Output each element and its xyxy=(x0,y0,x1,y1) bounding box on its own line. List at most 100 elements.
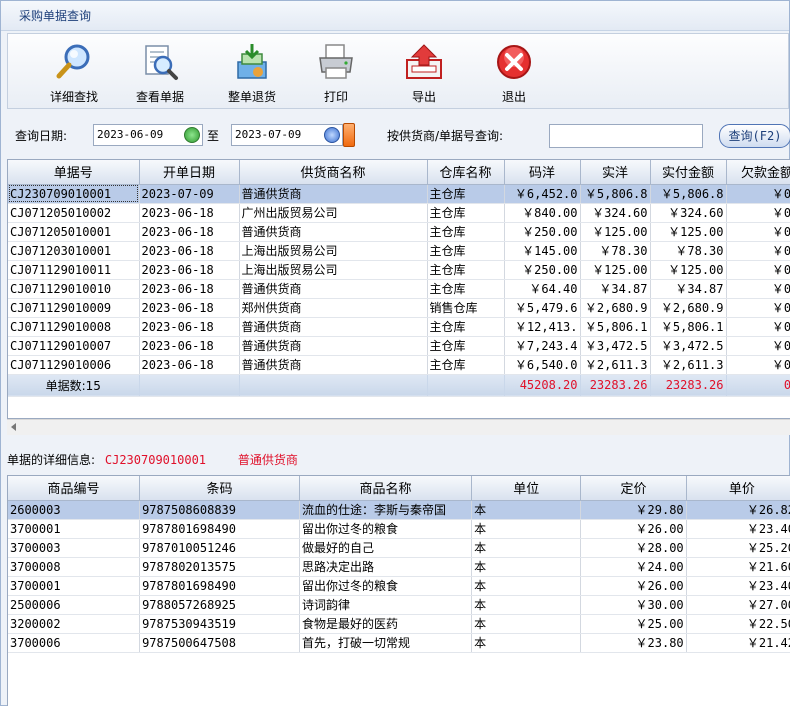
col-header-fixed-price[interactable]: 定价 xyxy=(580,476,687,501)
detail-cell[interactable]: 本 xyxy=(471,614,582,634)
detail-cell[interactable]: 诗词韵律 xyxy=(299,595,473,615)
export-button[interactable]: 导出 xyxy=(394,34,454,108)
order-cell[interactable]: ￥2,611.3 xyxy=(650,355,727,375)
col-header-item-name[interactable]: 商品名称 xyxy=(299,476,473,501)
detail-cell[interactable]: 9787500647508 xyxy=(139,633,300,653)
detail-cell[interactable]: ￥25.00 xyxy=(580,614,687,634)
detail-cell[interactable]: ￥23.40 xyxy=(686,519,790,539)
order-cell[interactable]: ￥840.00 xyxy=(504,203,581,223)
order-cell[interactable]: ￥0.0 xyxy=(726,260,790,280)
detail-cell[interactable]: 做最好的自己 xyxy=(299,538,473,558)
order-cell[interactable]: ￥0.0 xyxy=(726,222,790,242)
detail-cell[interactable]: 本 xyxy=(471,595,582,615)
dropdown-toggle-button[interactable] xyxy=(343,123,355,147)
order-cell[interactable]: CJ071205010002 xyxy=(8,203,140,223)
order-cell[interactable]: 2023-06-18 xyxy=(139,203,240,223)
order-cell[interactable]: CJ071129010007 xyxy=(8,336,140,356)
col-header-warehouse[interactable]: 仓库名称 xyxy=(427,160,505,185)
order-cell[interactable]: ￥0.0 xyxy=(726,279,790,299)
order-row[interactable]: CJ071205010002 2023-06-18 广州出版贸易公司 主仓库 ￥840.… xyxy=(8,203,790,223)
order-cell[interactable]: ￥12,413. xyxy=(504,317,581,337)
order-cell[interactable]: 普通供货商 xyxy=(239,222,428,242)
detail-cell[interactable]: 3700008 xyxy=(8,557,141,577)
detail-row[interactable]: 3700001 9787801698490 留出你过冬的粮食本 ￥26.00 ￥23.4… xyxy=(8,519,790,539)
order-row[interactable]: CJ071129010011 2023-06-18 上海出版贸易公司 主仓库 ￥250.… xyxy=(8,260,790,280)
detail-cell[interactable]: ￥21.60 xyxy=(686,557,790,577)
query-button[interactable]: 查询(F2) xyxy=(719,124,790,148)
order-cell[interactable]: ￥7,243.4 xyxy=(504,336,581,356)
order-cell[interactable]: 普通供货商 xyxy=(239,336,428,356)
detail-row[interactable]: 3200002 9787530943519 食物是最好的医药本 ￥25.00 ￥22.5… xyxy=(8,614,790,634)
detail-cell[interactable]: ￥22.50 xyxy=(686,614,790,634)
detail-cell[interactable]: 首先，打破一切常规 xyxy=(299,633,473,653)
order-cell[interactable]: ￥5,806.1 xyxy=(650,317,727,337)
detail-cell[interactable]: 本 xyxy=(471,633,582,653)
order-cell[interactable]: 普通供货商 xyxy=(239,355,428,375)
detail-cell[interactable]: 3700006 xyxy=(8,633,141,653)
detail-cell[interactable]: 本 xyxy=(471,519,582,539)
order-cell[interactable]: ￥6,540.0 xyxy=(504,355,581,375)
order-cell[interactable]: ￥0.0 xyxy=(726,241,790,261)
order-row[interactable]: CJ071129010008 2023-06-18 普通供货商 主仓库 ￥12,413.… xyxy=(8,317,790,337)
order-cell[interactable]: 主仓库 xyxy=(427,241,505,261)
print-button[interactable]: 打印 xyxy=(306,34,366,108)
order-cell[interactable]: 2023-06-18 xyxy=(139,279,240,299)
detail-search-button[interactable]: 详细查找 xyxy=(40,34,108,108)
detail-row[interactable]: 25000069788057268925诗词韵律本￥30.00￥27.00 xyxy=(8,595,790,615)
order-cell[interactable]: 2023-06-18 xyxy=(139,298,240,318)
order-cell[interactable]: 普通供货商 xyxy=(239,184,428,204)
order-cell[interactable]: ￥5,806.8 xyxy=(650,184,727,204)
order-cell[interactable]: 普通供货商 xyxy=(239,279,428,299)
detail-cell[interactable]: 流血的仕途：李斯与秦帝国 xyxy=(299,500,473,520)
exit-button[interactable]: 退出 xyxy=(484,34,544,108)
detail-cell[interactable]: 9788057268925 xyxy=(139,595,300,615)
detail-cell[interactable]: 9787801698490 xyxy=(139,519,300,539)
order-cell[interactable]: ￥125.00 xyxy=(580,260,651,280)
detail-cell[interactable]: 9787530943519 xyxy=(139,614,300,634)
order-cell[interactable]: ￥34.87 xyxy=(580,279,651,299)
horizontal-scrollbar[interactable] xyxy=(7,419,790,435)
order-cell[interactable]: 主仓库 xyxy=(427,317,505,337)
order-row[interactable]: CJ071129010010 2023-06-18 普通供货商 主仓库 ￥64.40 ￥3… xyxy=(8,279,790,299)
order-cell[interactable]: ￥125.00 xyxy=(580,222,651,242)
date-to-field[interactable]: 2023-07-09 xyxy=(231,124,343,146)
order-cell[interactable]: ￥5,479.6 xyxy=(504,298,581,318)
return-order-button[interactable]: 整单退货 xyxy=(218,34,286,108)
col-header-unit[interactable]: 单位 xyxy=(471,476,582,501)
detail-row[interactable]: 3700006 9787500647508 首先，打破一切常规本 ￥23.80 ￥21.… xyxy=(8,633,790,653)
order-cell[interactable]: ￥324.60 xyxy=(580,203,651,223)
order-row[interactable]: CJ230709010001 2023-07-09 普通供货商 主仓库 ￥6,452.0… xyxy=(8,184,790,204)
order-row[interactable]: CJ071129010006 2023-06-18 普通供货商 主仓库 ￥6,540.0… xyxy=(8,355,790,375)
order-cell[interactable]: ￥145.00 xyxy=(504,241,581,261)
detail-cell[interactable]: 3700001 xyxy=(8,576,141,596)
detail-cell[interactable]: ￥21.42 xyxy=(686,633,790,653)
order-cell[interactable]: CJ071129010006 xyxy=(8,355,140,375)
order-cell[interactable]: ￥5,806.1 xyxy=(580,317,651,337)
order-cell[interactable]: ￥78.30 xyxy=(580,241,651,261)
order-cell[interactable]: 销售仓库 xyxy=(427,298,505,318)
order-cell[interactable]: ￥250.00 xyxy=(504,260,581,280)
order-cell[interactable]: ￥125.00 xyxy=(650,260,727,280)
order-cell[interactable]: CJ230709010001 xyxy=(8,184,140,204)
order-cell[interactable]: 主仓库 xyxy=(427,203,505,223)
order-cell[interactable]: CJ071203010001 xyxy=(8,241,140,261)
detail-cell[interactable]: ￥30.00 xyxy=(580,595,687,615)
detail-cell[interactable]: ￥26.00 xyxy=(580,576,687,596)
order-cell[interactable]: 上海出版贸易公司 xyxy=(239,260,428,280)
date-from-field[interactable]: 2023-06-09 xyxy=(93,124,203,146)
order-cell[interactable]: CJ071129010008 xyxy=(8,317,140,337)
col-header-list-price[interactable]: 码洋 xyxy=(504,160,581,185)
scroll-left-icon[interactable] xyxy=(11,423,16,431)
order-cell[interactable]: ￥2,680.9 xyxy=(650,298,727,318)
order-cell[interactable]: 2023-06-18 xyxy=(139,336,240,356)
detail-cell[interactable]: 3700001 xyxy=(8,519,141,539)
calendar-icon[interactable] xyxy=(184,127,200,143)
order-cell[interactable]: 上海出版贸易公司 xyxy=(239,241,428,261)
detail-row[interactable]: 2600003 9787508608839 流血的仕途：李斯与秦帝国本 ￥29.80 ￥… xyxy=(8,500,790,520)
order-cell[interactable]: ￥0.0 xyxy=(726,298,790,318)
order-row[interactable]: CJ071203010001 2023-06-18 上海出版贸易公司 主仓库 ￥145.… xyxy=(8,241,790,261)
col-header-supplier[interactable]: 供货商名称 xyxy=(239,160,428,185)
order-cell[interactable]: 2023-06-18 xyxy=(139,260,240,280)
order-cell[interactable]: 主仓库 xyxy=(427,222,505,242)
detail-cell[interactable]: ￥23.40 xyxy=(686,576,790,596)
